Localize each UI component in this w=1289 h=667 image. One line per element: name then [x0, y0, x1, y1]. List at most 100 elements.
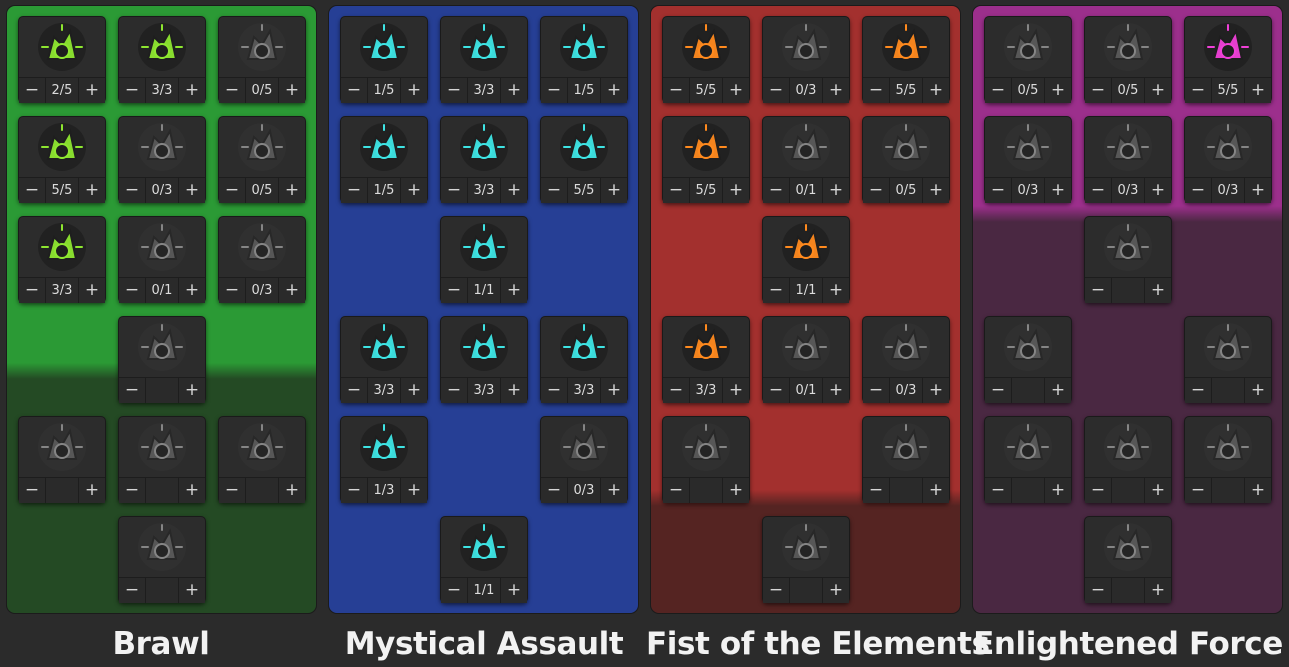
increase-rank-button[interactable]: +: [279, 78, 305, 103]
increase-rank-button[interactable]: +: [179, 378, 205, 403]
skill-node[interactable]: −1/1 +: [440, 516, 528, 603]
increase-rank-button[interactable]: +: [401, 178, 427, 203]
decrease-rank-button[interactable]: −: [663, 78, 689, 103]
decrease-rank-button[interactable]: −: [119, 78, 145, 103]
decrease-rank-button[interactable]: −: [663, 478, 689, 503]
increase-rank-button[interactable]: +: [501, 378, 527, 403]
skill-node[interactable]: −0/1 +: [762, 316, 850, 403]
crossed-bones-fist-icon[interactable]: [120, 418, 204, 476]
skill-node[interactable]: −5/5 +: [662, 116, 750, 203]
increase-rank-button[interactable]: +: [79, 78, 105, 103]
skull-banner-icon[interactable]: [542, 18, 626, 76]
decrease-rank-button[interactable]: −: [763, 278, 789, 303]
increase-rank-button[interactable]: +: [923, 478, 949, 503]
decrease-rank-button[interactable]: −: [541, 78, 567, 103]
increase-rank-button[interactable]: +: [501, 78, 527, 103]
skill-node[interactable]: −0/3 +: [1184, 116, 1272, 203]
increase-rank-button[interactable]: +: [723, 378, 749, 403]
decrease-rank-button[interactable]: −: [19, 278, 45, 303]
decrease-rank-button[interactable]: −: [863, 378, 889, 403]
skill-node[interactable]: − +: [984, 416, 1072, 503]
skull-helmet-icon[interactable]: [120, 118, 204, 176]
skill-node[interactable]: − +: [1184, 316, 1272, 403]
decrease-rank-button[interactable]: −: [763, 578, 789, 603]
skill-node[interactable]: −0/5 +: [218, 116, 306, 203]
quartered-shield-icon[interactable]: [986, 18, 1070, 76]
increase-rank-button[interactable]: +: [79, 478, 105, 503]
increase-rank-button[interactable]: +: [823, 578, 849, 603]
increase-rank-button[interactable]: +: [723, 178, 749, 203]
increase-rank-button[interactable]: +: [279, 178, 305, 203]
skill-node[interactable]: −3/3 +: [540, 316, 628, 403]
whirlwind-icon[interactable]: [342, 418, 426, 476]
arcane-cluster-icon[interactable]: [542, 118, 626, 176]
decrease-rank-button[interactable]: −: [541, 478, 567, 503]
twin-skulls-icon[interactable]: [342, 18, 426, 76]
gauntlet-shield-icon[interactable]: [764, 118, 848, 176]
skill-node[interactable]: −1/5 +: [340, 16, 428, 103]
skill-node[interactable]: − +: [18, 416, 106, 503]
shadow-creature-icon[interactable]: [1086, 518, 1170, 576]
decrease-rank-button[interactable]: −: [1185, 378, 1211, 403]
increase-rank-button[interactable]: +: [1145, 278, 1171, 303]
increase-rank-button[interactable]: +: [179, 478, 205, 503]
decrease-rank-button[interactable]: −: [219, 178, 245, 203]
decrease-rank-button[interactable]: −: [763, 78, 789, 103]
skill-node[interactable]: −5/5 +: [1184, 16, 1272, 103]
skill-node[interactable]: −3/3 +: [18, 216, 106, 303]
decrease-rank-button[interactable]: −: [985, 178, 1011, 203]
skill-node[interactable]: −0/3 +: [118, 116, 206, 203]
octopus-icon[interactable]: [20, 118, 104, 176]
decrease-rank-button[interactable]: −: [119, 478, 145, 503]
decrease-rank-button[interactable]: −: [341, 178, 367, 203]
skill-node[interactable]: −5/5 +: [862, 16, 950, 103]
skill-node[interactable]: −1/5 +: [340, 116, 428, 203]
decrease-rank-button[interactable]: −: [1085, 478, 1111, 503]
decrease-rank-button[interactable]: −: [441, 578, 467, 603]
swirl-arrows-icon[interactable]: [220, 118, 304, 176]
skull-hands-icon[interactable]: [764, 218, 848, 276]
skill-node[interactable]: −3/3 +: [440, 316, 528, 403]
increase-rank-button[interactable]: +: [179, 578, 205, 603]
increase-rank-button[interactable]: +: [601, 378, 627, 403]
decrease-rank-button[interactable]: −: [119, 278, 145, 303]
increase-rank-button[interactable]: +: [601, 478, 627, 503]
increase-rank-button[interactable]: +: [501, 578, 527, 603]
skill-node[interactable]: − +: [1084, 416, 1172, 503]
shattered-plus-orb-icon[interactable]: [220, 18, 304, 76]
serpent-coil-icon[interactable]: [864, 418, 948, 476]
decrease-rank-button[interactable]: −: [219, 78, 245, 103]
skill-node[interactable]: −1/3 +: [340, 416, 428, 503]
decrease-rank-button[interactable]: −: [763, 178, 789, 203]
decrease-rank-button[interactable]: −: [985, 78, 1011, 103]
smoking-gun-icon[interactable]: [764, 518, 848, 576]
decrease-rank-button[interactable]: −: [541, 378, 567, 403]
increase-rank-button[interactable]: +: [401, 378, 427, 403]
rising-flame-icon[interactable]: [442, 218, 526, 276]
rune-orb-icon[interactable]: [442, 518, 526, 576]
radiant-star-icon[interactable]: [1186, 418, 1270, 476]
increase-rank-button[interactable]: +: [723, 78, 749, 103]
skill-node[interactable]: −0/3 +: [984, 116, 1072, 203]
decrease-rank-button[interactable]: −: [441, 78, 467, 103]
hourglass-flame-icon[interactable]: [664, 18, 748, 76]
decrease-rank-button[interactable]: −: [441, 378, 467, 403]
healing-fist-icon[interactable]: [1186, 118, 1270, 176]
increase-rank-button[interactable]: +: [1145, 478, 1171, 503]
skill-node[interactable]: −0/5 +: [1084, 16, 1172, 103]
lightning-feather-icon[interactable]: [664, 318, 748, 376]
skill-node[interactable]: − +: [662, 416, 750, 503]
crosshair-burst-icon[interactable]: [442, 118, 526, 176]
skill-node[interactable]: − +: [218, 416, 306, 503]
decrease-rank-button[interactable]: −: [863, 78, 889, 103]
burning-skull-icon[interactable]: [664, 118, 748, 176]
decrease-rank-button[interactable]: −: [219, 278, 245, 303]
skill-node[interactable]: −5/5 +: [662, 16, 750, 103]
decrease-rank-button[interactable]: −: [19, 478, 45, 503]
skill-node[interactable]: −0/3 +: [1084, 116, 1172, 203]
skill-node[interactable]: − +: [1184, 416, 1272, 503]
decrease-rank-button[interactable]: −: [663, 378, 689, 403]
decrease-rank-button[interactable]: −: [19, 78, 45, 103]
clenched-fist-icon[interactable]: [1086, 18, 1170, 76]
skill-node[interactable]: −1/5 +: [540, 16, 628, 103]
